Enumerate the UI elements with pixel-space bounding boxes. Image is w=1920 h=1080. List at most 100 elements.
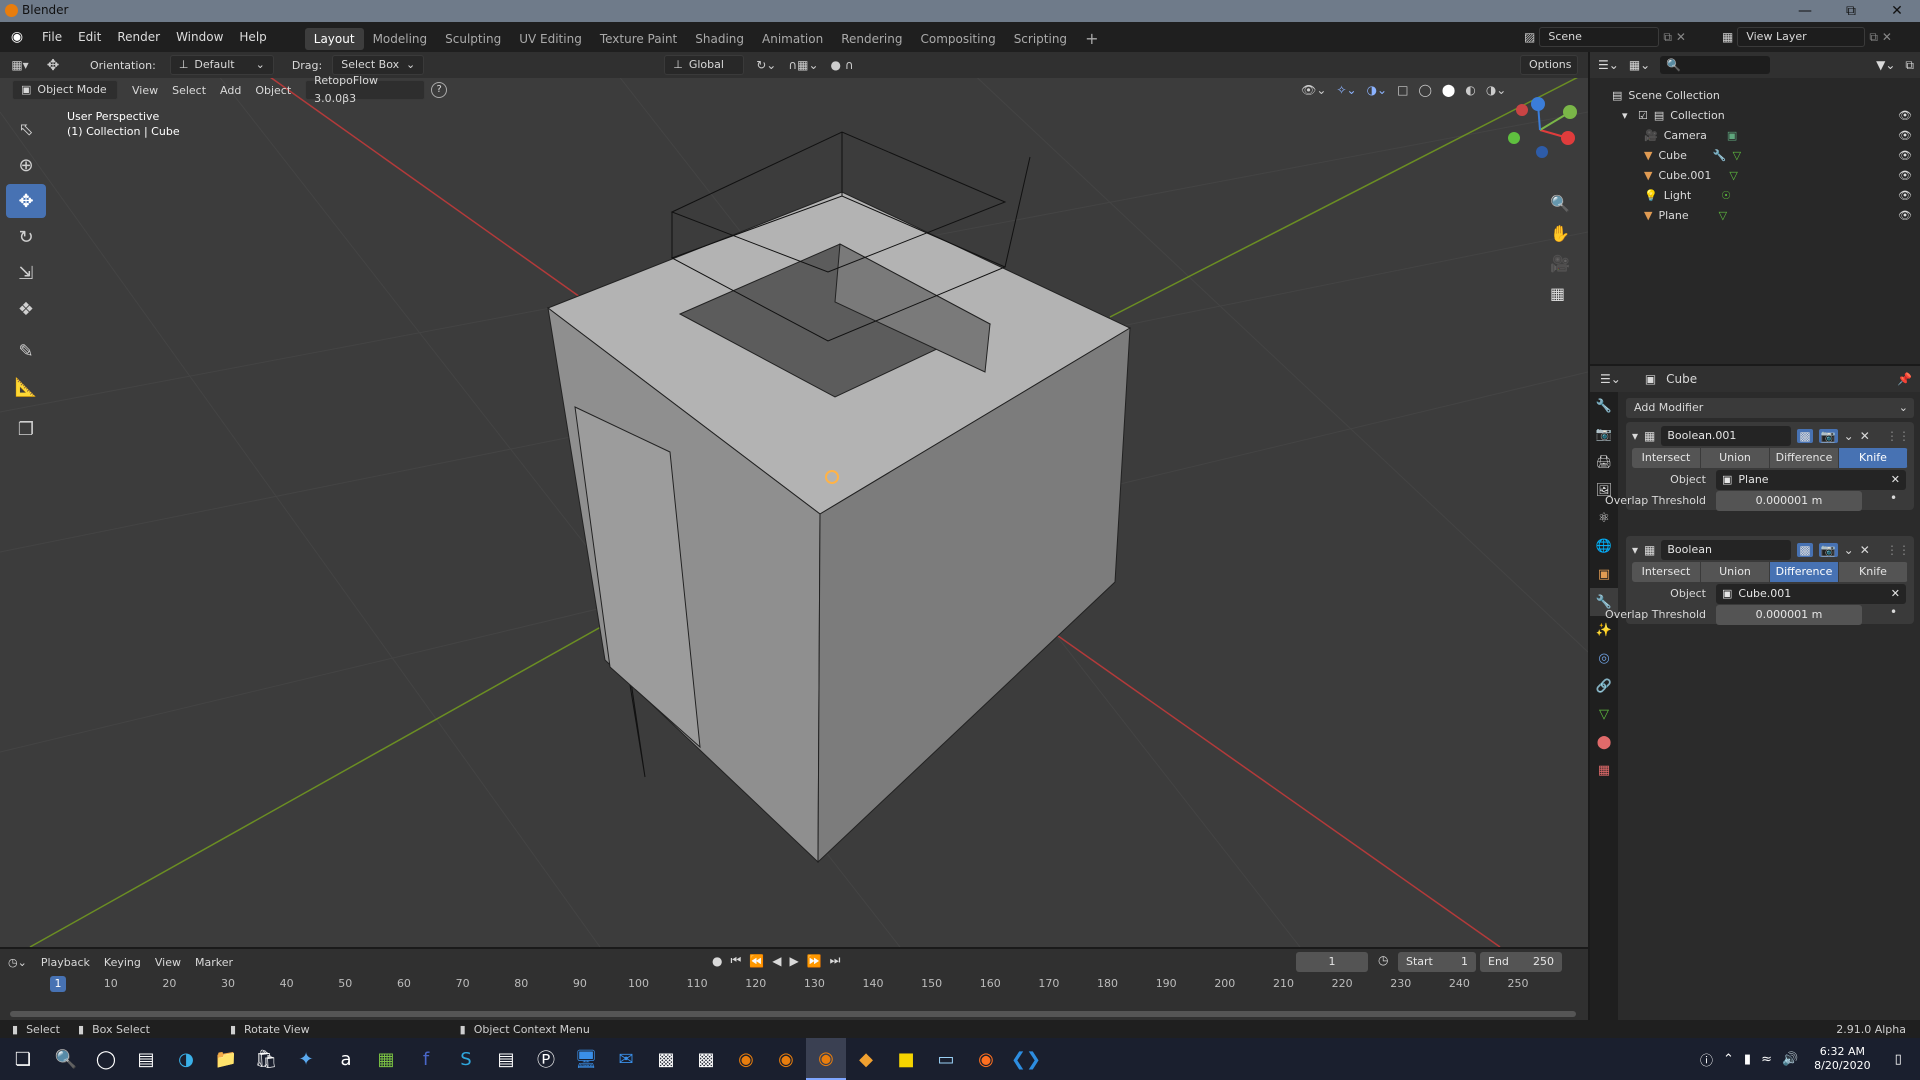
output-tab-icon[interactable]: 🖨 [1590, 448, 1618, 476]
add-cube-tool-icon[interactable]: ❐ [6, 412, 46, 446]
proportional-edit-icon[interactable]: ● ∩ [831, 58, 854, 72]
tab-compositing[interactable]: Compositing [911, 28, 1004, 50]
rotate-tool-icon[interactable]: ↻ [6, 220, 46, 254]
menu-window[interactable]: Window [168, 22, 231, 52]
menu-object[interactable]: Object [255, 84, 291, 97]
data-tab-icon[interactable]: ▽ [1590, 700, 1618, 728]
show-viewport-icon[interactable]: ▩ [1797, 429, 1813, 443]
object-tab-icon[interactable]: ▣ [1590, 560, 1618, 588]
solid-shading-icon[interactable]: ⬤ [1442, 83, 1455, 97]
wifi-icon[interactable]: ≈ [1761, 1052, 1772, 1067]
camera-view-icon[interactable]: 🎥 [1550, 254, 1570, 273]
visibility-icon[interactable]: 👁⌄ [1301, 83, 1326, 97]
restore-button[interactable]: ⧉ [1828, 0, 1874, 22]
dropbox-icon[interactable]: ✦ [286, 1038, 326, 1080]
show-render-icon[interactable]: 📷 [1818, 543, 1838, 557]
edge-icon[interactable]: ◑ [166, 1038, 206, 1080]
view-layer-new-icon[interactable]: ⧉ [1869, 30, 1878, 45]
clear-icon[interactable]: ✕ [1891, 470, 1900, 490]
modifier-menu-icon[interactable]: ⌄ [1844, 543, 1854, 557]
physics-tab-icon[interactable]: ◎ [1590, 644, 1618, 672]
notes-icon[interactable]: ▤ [486, 1038, 526, 1080]
transform-tool-icon[interactable]: ❖ [6, 292, 46, 326]
tool-tab-icon[interactable]: 🔧 [1590, 392, 1618, 420]
editor-type-icon[interactable]: ▦▾ [0, 58, 40, 72]
op-knife-button[interactable]: Knife [1839, 448, 1908, 468]
tab-animation[interactable]: Animation [753, 28, 832, 50]
windows-start-icon[interactable]: ❏ [0, 1038, 46, 1080]
outliner-item-plane[interactable]: ▼ Plane ▽ 👁 [1612, 206, 1912, 226]
modifier-menu-icon[interactable]: ⌄ [1844, 429, 1854, 443]
op-intersect-button[interactable]: Intersect [1632, 562, 1701, 582]
minimize-button[interactable]: — [1782, 0, 1828, 22]
help-icon[interactable]: ⓘ [1700, 1050, 1713, 1069]
search-icon[interactable]: 🔍 [46, 1038, 86, 1080]
mail-icon[interactable]: ✉ [606, 1038, 646, 1080]
zoom-icon[interactable]: 🔍 [1550, 194, 1570, 213]
firefox-icon[interactable]: ◉ [966, 1038, 1006, 1080]
wireframe-shading-icon[interactable]: ◯ [1418, 83, 1431, 97]
op-intersect-button[interactable]: Intersect [1632, 448, 1701, 468]
threshold-field[interactable]: 0.000001 m [1716, 605, 1862, 625]
pan-hand-icon[interactable]: ✋ [1550, 224, 1570, 243]
xray-icon[interactable]: □ [1397, 83, 1408, 97]
ortho-grid-icon[interactable]: ▦ [1550, 284, 1565, 303]
snap-icon[interactable]: ∩▦⌄ [788, 58, 818, 72]
scene-new-icon[interactable]: ⧉ [1663, 30, 1672, 45]
tab-scripting[interactable]: Scripting [1005, 28, 1076, 50]
battery-icon[interactable]: ▮ [1744, 1052, 1751, 1067]
tab-layout[interactable]: Layout [304, 28, 364, 50]
skype-icon[interactable]: S [446, 1038, 486, 1080]
modifier-name-field[interactable]: Boolean [1661, 540, 1792, 560]
move-tool-icon[interactable]: ✥ [40, 56, 66, 74]
object-field[interactable]: ▣ Cube.001 ✕ [1716, 584, 1906, 604]
app-w-icon[interactable]: Ⓟ [526, 1038, 566, 1080]
amazon-icon[interactable]: a [326, 1038, 366, 1080]
keyframe-dot-icon[interactable]: • [1890, 605, 1897, 619]
eye-icon[interactable]: 👁 [1898, 166, 1912, 186]
op-difference-button[interactable]: Difference [1770, 562, 1839, 582]
material-tab-icon[interactable]: ⬤ [1590, 728, 1618, 756]
cursor-tool-icon[interactable]: ⊕ [6, 148, 46, 182]
outliner-item-collection[interactable]: ▾ ☑ ▤ Collection 👁 [1612, 106, 1912, 126]
navigation-gizmo[interactable] [1500, 90, 1580, 170]
outliner-search-input[interactable]: 🔍 [1660, 56, 1771, 74]
pin-icon[interactable]: 📌 [1897, 372, 1912, 386]
filter-icon[interactable]: ▼⌄ [1876, 58, 1895, 72]
drag-handle-icon[interactable]: ⋮⋮ [1886, 429, 1910, 443]
pivot-point-icon[interactable]: ↻⌄ [756, 58, 776, 72]
add-workspace-icon[interactable]: + [1076, 28, 1107, 50]
constraints-tab-icon[interactable]: 🔗 [1590, 672, 1618, 700]
measure-tool-icon[interactable]: 📐 [6, 370, 46, 404]
eye-icon[interactable]: 👁 [1898, 126, 1912, 146]
properties-editor-icon[interactable]: ☰⌄ [1600, 372, 1621, 386]
scene-collection-row[interactable]: ▤ Scene Collection [1612, 86, 1912, 106]
scene-icon[interactable]: ▨ [1524, 30, 1535, 44]
menu-add[interactable]: Add [220, 84, 241, 97]
menu-help[interactable]: Help [231, 22, 274, 52]
collapse-icon[interactable]: ▾ [1632, 429, 1638, 443]
unity-icon[interactable]: ◆ [846, 1038, 886, 1080]
overlay-icon[interactable]: ◑⌄ [1367, 83, 1388, 97]
3d-viewport[interactable]: ▦▾ ✥ Orientation: ⊥ Default ⌄ Drag: Select… [0, 52, 1588, 947]
close-button[interactable]: ✕ [1874, 0, 1920, 22]
tab-uv-editing[interactable]: UV Editing [510, 28, 591, 50]
retopoflow-menu[interactable]: RetopoFlow 3.0.0β3 [305, 74, 426, 105]
drag-handle-icon[interactable]: ⋮⋮ [1886, 543, 1910, 557]
orientation-dropdown[interactable]: ⊥ Default ⌄ [169, 55, 274, 75]
image-app-icon[interactable]: ▦ [366, 1038, 406, 1080]
cortana-icon[interactable]: ◯ [86, 1038, 126, 1080]
blender-menu-icon[interactable]: ◉ [0, 29, 34, 45]
move-tool-button-icon[interactable]: ✥ [6, 184, 46, 218]
menu-select[interactable]: Select [172, 84, 206, 97]
vscode-icon[interactable]: ❮❯ [1006, 1038, 1046, 1080]
scale-tool-icon[interactable]: ⇲ [6, 256, 46, 290]
eye-icon[interactable]: 👁 [1898, 206, 1912, 226]
tab-sculpting[interactable]: Sculpting [436, 28, 510, 50]
menu-view[interactable]: View [132, 84, 158, 97]
display-mode-icon[interactable]: ▦⌄ [1629, 58, 1650, 72]
volume-icon[interactable]: 🔊 [1782, 1052, 1798, 1067]
material-shading-icon[interactable]: ◐ [1465, 83, 1475, 97]
remote-desktop-icon[interactable]: 🖥 [566, 1038, 606, 1080]
view-layer-icon[interactable]: ▦ [1722, 30, 1733, 44]
